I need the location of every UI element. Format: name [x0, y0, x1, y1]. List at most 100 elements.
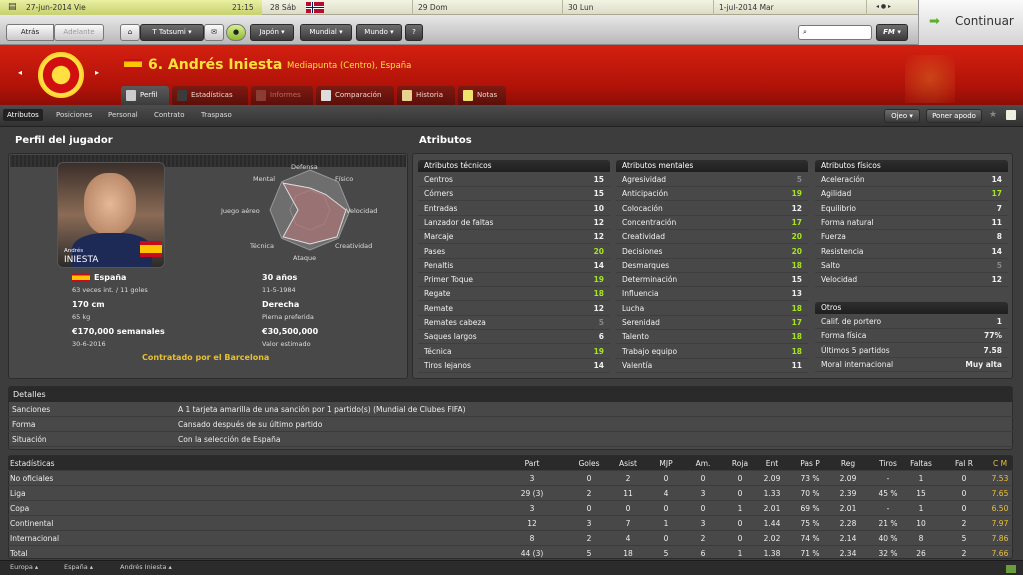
- attribute-row[interactable]: Centros 15: [418, 173, 610, 187]
- stats-column-header[interactable]: Roja: [722, 456, 758, 471]
- attribute-row[interactable]: Desmarques 18: [616, 259, 808, 273]
- attribute-row[interactable]: Calif. de portero 1: [815, 315, 1008, 329]
- calendar-scroll-controls[interactable]: ◂ ● ▸: [876, 3, 891, 10]
- calendar-day[interactable]: 29 Dom: [418, 3, 448, 12]
- stats-column-header[interactable]: Tiros: [870, 456, 906, 471]
- stats-column-header[interactable]: Fal R: [946, 456, 982, 471]
- attribute-row[interactable]: Córners 15: [418, 187, 610, 202]
- stats-row[interactable]: Total 44 (3) 5 18 5 6 1 1.38 71 % 2.34 32 % 26 2 7.66: [8, 546, 1013, 561]
- tab-notas[interactable]: Notas: [458, 86, 506, 105]
- stats-column-header[interactable]: Ent: [754, 456, 790, 471]
- attribute-row[interactable]: Trabajo equipo 18: [616, 345, 808, 359]
- stats-column-header[interactable]: MJP: [648, 456, 684, 471]
- tab-estadisticas[interactable]: Estadísticas: [172, 86, 248, 105]
- home-icon[interactable]: ⌂: [120, 24, 140, 41]
- calendar-day[interactable]: 28 Sáb: [270, 3, 296, 12]
- contracted-by[interactable]: Contratado por el Barcelona: [142, 353, 269, 362]
- attribute-row[interactable]: Creatividad 20: [616, 230, 808, 245]
- scout-dropdown[interactable]: Ojeo ▾: [884, 109, 920, 123]
- attribute-row[interactable]: Forma física 77%: [815, 329, 1008, 344]
- stats-column-header[interactable]: Faltas: [903, 456, 939, 471]
- attribute-row[interactable]: Lucha 18: [616, 302, 808, 316]
- previous-player-icon[interactable]: ◂: [18, 68, 22, 77]
- attribute-row[interactable]: Regate 18: [418, 287, 610, 302]
- next-player-icon[interactable]: ▸: [95, 68, 99, 77]
- attribute-row[interactable]: Técnica 19: [418, 345, 610, 359]
- attribute-row[interactable]: Moral internacional Muy alta: [815, 358, 1008, 372]
- attribute-row[interactable]: Aceleración 14: [815, 173, 1008, 187]
- breadcrumb-item[interactable]: Europa ▴: [10, 563, 38, 571]
- status-icon[interactable]: [1006, 565, 1016, 573]
- forward-button[interactable]: Adelante: [54, 24, 104, 41]
- attribute-row[interactable]: Agresividad 5: [616, 173, 808, 187]
- attribute-row[interactable]: Fuerza 8: [815, 230, 1008, 245]
- attribute-row[interactable]: Pases 20: [418, 245, 610, 259]
- attribute-row[interactable]: Resistencia 14: [815, 245, 1008, 259]
- attribute-row[interactable]: Primer Toque 19: [418, 273, 610, 288]
- manager-dropdown[interactable]: T Tatsumi ▾: [140, 24, 204, 41]
- attribute-row[interactable]: Decisiones 20: [616, 245, 808, 259]
- attribute-row[interactable]: Valentía 11: [616, 359, 808, 373]
- stats-column-header[interactable]: Reg: [830, 456, 866, 471]
- stats-column-header[interactable]: Asist: [610, 456, 646, 471]
- back-button[interactable]: Atrás: [6, 24, 54, 41]
- stats-row[interactable]: No oficiales 3 0 2 0 0 0 2.09 73 % 2.09 - 1 0 7.53: [8, 471, 1013, 486]
- attribute-row[interactable]: Serenidad 17: [616, 316, 808, 330]
- attribute-row[interactable]: Marcaje 12: [418, 230, 610, 245]
- stats-row[interactable]: Liga 29 (3) 2 11 4 3 0 1.33 70 % 2.39 45 % 15 0 7.65: [8, 486, 1013, 501]
- attribute-row[interactable]: Remate 12: [418, 302, 610, 316]
- tab-informes[interactable]: Informes: [251, 86, 313, 105]
- attribute-row[interactable]: Influencia 13: [616, 287, 808, 302]
- tab-perfil[interactable]: Perfil: [121, 86, 169, 105]
- attribute-row[interactable]: Forma natural 11: [815, 216, 1008, 230]
- subtab-contrato[interactable]: Contrato: [154, 111, 185, 119]
- attribute-row[interactable]: Saques largos 6: [418, 330, 610, 345]
- attribute-row[interactable]: Salto 5: [815, 259, 1008, 273]
- attribute-row[interactable]: Equilibrio 7: [815, 202, 1008, 216]
- stats-column-header[interactable]: Am.: [685, 456, 721, 471]
- subtab-atributos[interactable]: Atributos: [3, 109, 43, 121]
- star-icon[interactable]: ★: [989, 110, 997, 120]
- attribute-row[interactable]: Colocación 12: [616, 202, 808, 216]
- subtab-posiciones[interactable]: Posiciones: [56, 111, 92, 119]
- attribute-row[interactable]: Últimos 5 partidos 7.58: [815, 344, 1008, 358]
- nation[interactable]: España: [94, 273, 126, 282]
- world-dropdown[interactable]: Mundo ▾: [356, 24, 402, 41]
- attribute-row[interactable]: Concentración 17: [616, 216, 808, 230]
- nickname-button[interactable]: Poner apodo: [926, 109, 982, 123]
- search-input[interactable]: ⌕: [798, 25, 872, 40]
- stats-row[interactable]: Internacional 8 2 4 0 2 0 2.02 74 % 2.14 40 % 8 5 7.8…: [8, 531, 1013, 546]
- japan-dropdown[interactable]: Japón ▾: [250, 24, 294, 41]
- calendar-day[interactable]: 30 Lun: [568, 3, 593, 12]
- breadcrumb-item[interactable]: España ▴: [64, 563, 93, 571]
- attribute-row[interactable]: Entradas 10: [418, 202, 610, 216]
- calendar-day[interactable]: 1-jul-2014 Mar: [719, 3, 774, 12]
- breadcrumb-item[interactable]: Andrés Iniesta ▴: [120, 563, 172, 571]
- tab-historia[interactable]: Historia: [397, 86, 455, 105]
- inbox-icon[interactable]: ✉: [204, 24, 224, 41]
- notification-icon[interactable]: ●: [226, 24, 246, 41]
- attribute-row[interactable]: Determinación 15: [616, 273, 808, 288]
- attribute-row[interactable]: Talento 18: [616, 330, 808, 345]
- attribute-row[interactable]: Penaltis 14: [418, 259, 610, 273]
- stats-row[interactable]: Copa 3 0 0 0 0 1 2.01 69 % 2.01 - 1 0 6.50: [8, 501, 1013, 516]
- stats-column-header[interactable]: Part: [514, 456, 550, 471]
- stats-column-header[interactable]: Estadísticas: [10, 456, 130, 471]
- calendar-icon[interactable]: ▤: [8, 2, 17, 12]
- tab-comparacion[interactable]: Comparación: [316, 86, 394, 105]
- world-cup-dropdown[interactable]: Mundial ▾: [300, 24, 352, 41]
- attribute-row[interactable]: Tiros lejanos 14: [418, 359, 610, 373]
- attribute-row[interactable]: Agilidad 17: [815, 187, 1008, 202]
- stats-column-header[interactable]: Goles: [571, 456, 607, 471]
- attribute-row[interactable]: Anticipación 19: [616, 187, 808, 202]
- stats-column-header[interactable]: C M: [982, 456, 1018, 471]
- attribute-row[interactable]: Velocidad 12: [815, 273, 1008, 288]
- attribute-row[interactable]: Lanzador de faltas 12: [418, 216, 610, 230]
- edit-note-icon[interactable]: [1006, 110, 1016, 120]
- subtab-traspaso[interactable]: Traspaso: [201, 111, 232, 119]
- fm-menu-button[interactable]: FM ▾: [876, 24, 908, 41]
- stats-row[interactable]: Continental 12 3 7 1 3 0 1.44 75 % 2.28 21 % 10 2 7.9…: [8, 516, 1013, 531]
- stats-column-header[interactable]: Pas P: [792, 456, 828, 471]
- help-icon[interactable]: ?: [405, 24, 423, 41]
- continue-button[interactable]: ➡ Continuar: [918, 0, 1023, 45]
